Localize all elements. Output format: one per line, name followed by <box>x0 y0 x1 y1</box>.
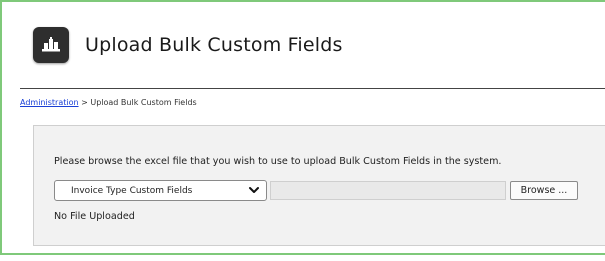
breadcrumb-separator: > <box>78 98 91 107</box>
page-title: Upload Bulk Custom Fields <box>85 34 343 56</box>
custom-field-type-selected: Invoice Type Custom Fields <box>71 185 193 196</box>
upload-instructions: Please browse the excel file that you wi… <box>54 156 502 167</box>
upload-panel: Please browse the excel file that you wi… <box>33 125 605 246</box>
breadcrumb-current: Upload Bulk Custom Fields <box>90 98 197 107</box>
browse-button[interactable]: Browse ... <box>510 181 578 200</box>
page-header: Upload Bulk Custom Fields <box>33 27 343 63</box>
building-icon <box>33 27 69 63</box>
chevron-down-icon <box>248 184 260 199</box>
header-divider <box>20 88 605 89</box>
upload-status: No File Uploaded <box>54 211 135 222</box>
file-path-input[interactable] <box>270 181 506 200</box>
breadcrumb-link-administration[interactable]: Administration <box>20 98 79 107</box>
breadcrumb: Administration > Upload Bulk Custom Fiel… <box>20 98 197 107</box>
custom-field-type-select[interactable]: Invoice Type Custom Fields <box>54 180 267 201</box>
